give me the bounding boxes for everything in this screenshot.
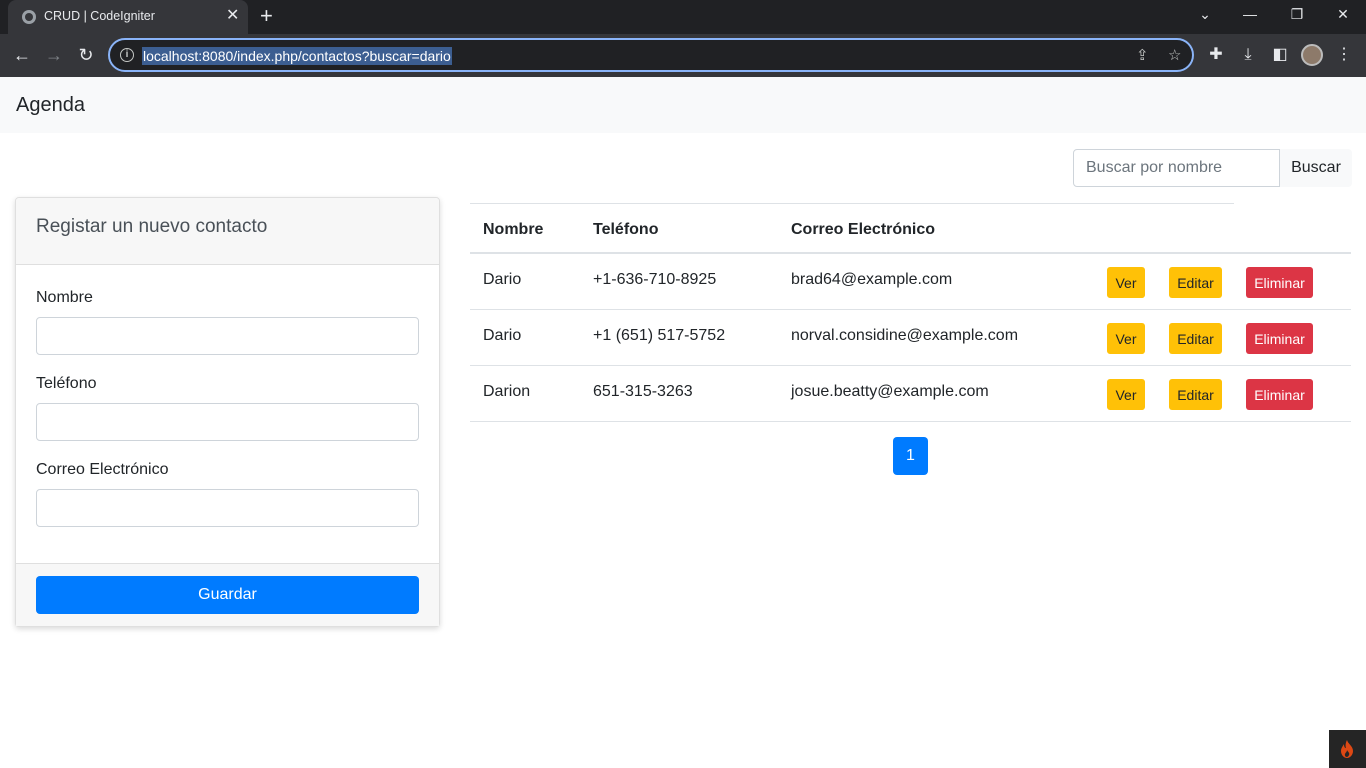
save-button[interactable]: Guardar bbox=[36, 576, 419, 614]
header-telefono: Teléfono bbox=[593, 221, 659, 238]
browser-tab[interactable]: CRUD | CodeIgniter ✕ bbox=[8, 0, 248, 34]
minimize-icon[interactable]: — bbox=[1230, 4, 1270, 24]
cell-telefono: 651-315-3263 bbox=[593, 383, 693, 400]
side-panel-icon[interactable]: ◧ bbox=[1269, 44, 1291, 66]
address-bar[interactable]: i localhost:8080/index.php/contactos?bus… bbox=[108, 38, 1194, 72]
correo-input[interactable] bbox=[36, 489, 419, 527]
close-tab-icon[interactable]: ✕ bbox=[226, 8, 239, 24]
cell-nombre: Dario bbox=[483, 327, 522, 344]
download-icon[interactable]: ⤓ bbox=[1237, 44, 1259, 66]
correo-label: Correo Electrónico bbox=[36, 461, 169, 478]
edit-button[interactable]: Editar bbox=[1169, 267, 1222, 298]
cell-telefono: +1-636-710-8925 bbox=[593, 271, 717, 288]
tab-search-icon[interactable]: ⌄ bbox=[1185, 4, 1225, 24]
view-button[interactable]: Ver bbox=[1107, 267, 1145, 298]
globe-icon bbox=[22, 10, 36, 24]
cell-correo: josue.beatty@example.com bbox=[791, 383, 989, 400]
new-contact-card: Registar un nuevo contacto Nombre Teléfo… bbox=[15, 197, 440, 627]
codeigniter-flame-icon bbox=[1341, 740, 1353, 758]
back-icon[interactable]: ← bbox=[11, 44, 33, 66]
view-button[interactable]: Ver bbox=[1107, 379, 1145, 410]
cell-nombre: Darion bbox=[483, 383, 531, 400]
edit-button[interactable]: Editar bbox=[1169, 323, 1222, 354]
cell-telefono: +1 (651) 517-5752 bbox=[593, 327, 726, 344]
tab-title: CRUD | CodeIgniter bbox=[44, 9, 155, 23]
header-nombre: Nombre bbox=[483, 221, 544, 238]
telefono-label: Teléfono bbox=[36, 375, 97, 392]
search-button[interactable]: Buscar bbox=[1280, 149, 1352, 187]
brand-title[interactable]: Agenda bbox=[16, 94, 85, 117]
table-header-row: Nombre Teléfono Correo Electrónico bbox=[470, 203, 1234, 254]
card-header: Registar un nuevo contacto bbox=[16, 198, 439, 265]
new-tab-icon[interactable]: + bbox=[260, 5, 273, 27]
telefono-input[interactable] bbox=[36, 403, 419, 441]
extensions-icon[interactable]: ✚ bbox=[1205, 44, 1227, 66]
share-icon[interactable]: ⇪ bbox=[1136, 46, 1149, 66]
nombre-input[interactable] bbox=[36, 317, 419, 355]
cell-correo: norval.considine@example.com bbox=[791, 327, 1019, 344]
restore-icon[interactable]: ❐ bbox=[1277, 4, 1317, 24]
cell-nombre: Dario bbox=[483, 271, 522, 288]
search-input[interactable] bbox=[1073, 149, 1280, 187]
view-button[interactable]: Ver bbox=[1107, 323, 1145, 354]
menu-kebab-icon[interactable]: ⋮ bbox=[1333, 44, 1355, 66]
browser-toolbar: ← → ↻ i localhost:8080/index.php/contact… bbox=[0, 34, 1366, 77]
table-row: Darion 651-315-3263 josue.beatty@example… bbox=[470, 366, 1351, 422]
nombre-label: Nombre bbox=[36, 289, 93, 306]
delete-button[interactable]: Eliminar bbox=[1246, 323, 1313, 354]
browser-tab-bar: CRUD | CodeIgniter ✕ + ⌄ — ❐ ✕ bbox=[0, 0, 1366, 34]
url-text[interactable]: localhost:8080/index.php/contactos?busca… bbox=[142, 47, 452, 65]
card-title: Registar un nuevo contacto bbox=[36, 216, 268, 237]
navbar: Agenda bbox=[0, 77, 1366, 133]
profile-avatar[interactable] bbox=[1301, 44, 1323, 66]
delete-button[interactable]: Eliminar bbox=[1246, 267, 1313, 298]
debug-toolbar-toggle[interactable] bbox=[1329, 730, 1366, 768]
reload-icon[interactable]: ↻ bbox=[75, 44, 97, 66]
close-window-icon[interactable]: ✕ bbox=[1323, 4, 1363, 24]
bookmark-star-icon[interactable]: ☆ bbox=[1168, 46, 1181, 66]
edit-button[interactable]: Editar bbox=[1169, 379, 1222, 410]
card-footer: Guardar bbox=[16, 563, 439, 626]
delete-button[interactable]: Eliminar bbox=[1246, 379, 1313, 410]
table-row: Dario +1-636-710-8925 brad64@example.com… bbox=[470, 254, 1351, 310]
forward-icon[interactable]: → bbox=[43, 44, 65, 66]
pagination-page-1[interactable]: 1 bbox=[893, 437, 928, 475]
table-row: Dario +1 (651) 517-5752 norval.considine… bbox=[470, 310, 1351, 366]
header-correo: Correo Electrónico bbox=[791, 221, 936, 238]
site-info-icon[interactable]: i bbox=[120, 48, 134, 62]
cell-correo: brad64@example.com bbox=[791, 271, 953, 288]
